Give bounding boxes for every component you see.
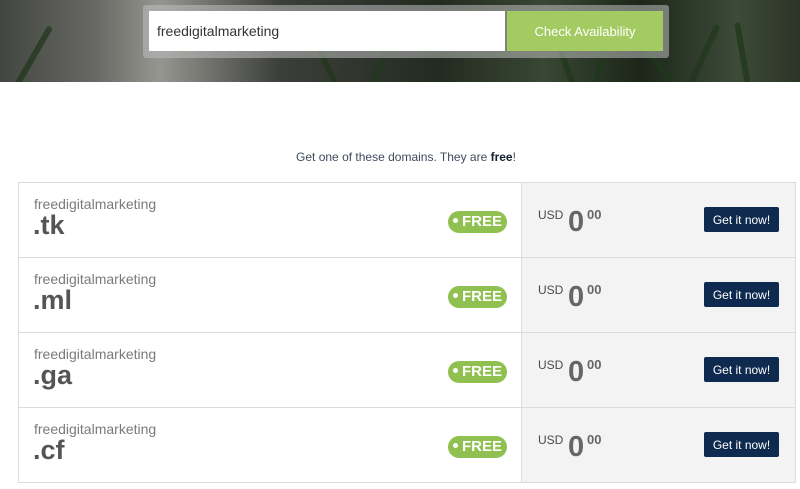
domain-price-panel: USD 0 00 Get it now! xyxy=(522,333,795,407)
tagline-emphasis: free xyxy=(490,150,513,164)
domain-info: freedigitalmarketing .tk FREE xyxy=(19,183,522,257)
price-cents: 00 xyxy=(587,207,602,222)
domain-tld: .cf xyxy=(33,435,65,465)
price-currency: USD xyxy=(538,208,564,222)
domain-info: freedigitalmarketing .ml FREE xyxy=(19,258,522,332)
hero-banner: Check Availability xyxy=(0,0,800,82)
free-badge-label: FREE xyxy=(461,438,502,455)
free-badge: FREE xyxy=(448,436,507,458)
domain-result-row: freedigitalmarketing .ml FREE USD 0 00 G… xyxy=(19,258,795,333)
free-badge-label: FREE xyxy=(461,288,502,305)
price-cents: 00 xyxy=(587,357,602,372)
domain-result-row: freedigitalmarketing .ga FREE USD 0 00 G… xyxy=(19,333,795,408)
free-domains-tagline: Get one of these domains. They are free! xyxy=(0,150,800,164)
domain-result-row: freedigitalmarketing .cf FREE USD 0 00 G… xyxy=(19,408,795,483)
tagline-suffix: ! xyxy=(512,150,516,164)
domain-tld: .ml xyxy=(33,285,73,315)
bullet-icon xyxy=(452,367,458,373)
free-badge: FREE xyxy=(448,361,507,383)
bullet-icon xyxy=(452,292,458,298)
price-currency: USD xyxy=(538,358,564,372)
get-it-now-button[interactable]: Get it now! xyxy=(704,207,779,232)
free-badge: FREE xyxy=(448,286,507,308)
price-main: 0 xyxy=(568,356,585,388)
domain-info: freedigitalmarketing .ga FREE xyxy=(19,333,522,407)
domain-price-panel: USD 0 00 Get it now! xyxy=(522,183,795,257)
get-it-now-button[interactable]: Get it now! xyxy=(704,282,779,307)
free-badge-label: FREE xyxy=(461,363,502,380)
bullet-icon xyxy=(452,442,458,448)
domain-info: freedigitalmarketing .cf FREE xyxy=(19,408,522,482)
get-it-now-button[interactable]: Get it now! xyxy=(704,357,779,382)
domain-price-panel: USD 0 00 Get it now! xyxy=(522,408,795,482)
price-currency: USD xyxy=(538,283,564,297)
domain-tld: .tk xyxy=(33,210,65,240)
free-badge-label: FREE xyxy=(461,213,502,230)
price-main: 0 xyxy=(568,281,585,313)
price-cents: 00 xyxy=(587,282,602,297)
bullet-icon xyxy=(452,217,458,223)
free-badge: FREE xyxy=(448,211,507,233)
domain-search-input[interactable] xyxy=(149,11,505,51)
domain-search-bar: Check Availability xyxy=(143,5,669,58)
domain-tld: .ga xyxy=(33,360,73,390)
domain-price-panel: USD 0 00 Get it now! xyxy=(522,258,795,332)
tagline-text: Get one of these domains. They are xyxy=(296,150,491,164)
check-availability-button[interactable]: Check Availability xyxy=(507,11,663,51)
domain-result-row: freedigitalmarketing .tk FREE USD 0 00 G… xyxy=(19,183,795,258)
price-currency: USD xyxy=(538,433,564,447)
price-cents: 00 xyxy=(587,432,602,447)
domain-results-list: freedigitalmarketing .tk FREE USD 0 00 G… xyxy=(18,182,796,483)
price-main: 0 xyxy=(568,206,585,238)
price-main: 0 xyxy=(568,431,585,463)
get-it-now-button[interactable]: Get it now! xyxy=(704,432,779,457)
